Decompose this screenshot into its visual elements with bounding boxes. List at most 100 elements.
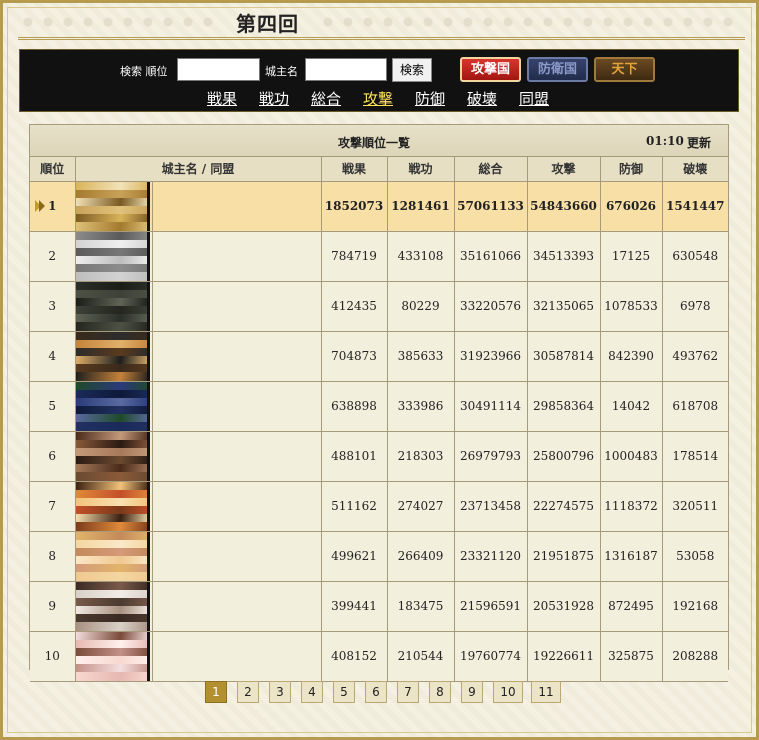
- tenka-button[interactable]: 天下: [594, 57, 655, 82]
- owner-name-cell[interactable]: [152, 331, 322, 382]
- table-row[interactable]: 6 488101 218303 26979793 25800796 1000483 1785…: [30, 431, 728, 482]
- defend-country-button[interactable]: 防衛国: [527, 57, 588, 82]
- table-row[interactable]: 7 511162 274027 23713458 22274575 1118372 3205…: [30, 481, 728, 532]
- owner-name-cell[interactable]: [152, 531, 322, 582]
- avatar[interactable]: [75, 281, 150, 331]
- hakai-cell: 178514: [662, 431, 728, 482]
- rank-search-input[interactable]: [177, 58, 260, 81]
- rank-cell: 9: [30, 581, 76, 632]
- bougyo-cell: 842390: [600, 331, 663, 382]
- rank-number: 5: [48, 399, 57, 413]
- owner-name-cell[interactable]: [152, 581, 322, 632]
- nav-senkou-link[interactable]: 戦功: [259, 88, 289, 109]
- rank-number: 1: [48, 199, 57, 213]
- page-button-6[interactable]: 6: [365, 681, 387, 703]
- col-rank-header: 順位: [30, 157, 76, 182]
- nav-senka-link[interactable]: 戦果: [207, 88, 237, 109]
- owner-search-input[interactable]: [305, 58, 387, 81]
- page-button-10[interactable]: 10: [493, 681, 523, 703]
- kougeki-cell: 21951875: [527, 531, 601, 582]
- senkou-cell: 266409: [387, 531, 455, 582]
- table-row[interactable]: 4 704873 385633 31923966 30587814 842390 49376…: [30, 331, 728, 382]
- avatar[interactable]: [75, 581, 150, 631]
- table-row[interactable]: 8 499621 266409 23321120 21951875 1316187 5305…: [30, 531, 728, 582]
- avatar[interactable]: [75, 531, 150, 581]
- hakai-cell: 320511: [662, 481, 728, 532]
- owner-name-cell[interactable]: [152, 231, 322, 282]
- page-button-5[interactable]: 5: [333, 681, 355, 703]
- page-button-3[interactable]: 3: [269, 681, 291, 703]
- rank-number: 7: [48, 499, 57, 513]
- nav-hakai-link[interactable]: 破壊: [467, 88, 497, 109]
- rank-cell: 5: [30, 381, 76, 432]
- bougyo-cell: 325875: [600, 631, 663, 682]
- avatar-cell: [75, 381, 153, 432]
- rank-cell: 4: [30, 331, 76, 382]
- page-button-1[interactable]: 1: [205, 681, 227, 703]
- senkou-cell: 333986: [387, 381, 455, 432]
- avatar[interactable]: [75, 331, 150, 381]
- col-sougou-header: 総合: [454, 157, 528, 182]
- rank-cell: 8: [30, 531, 76, 582]
- kougeki-cell: 34513393: [527, 231, 601, 282]
- owner-name-cell[interactable]: [152, 481, 322, 532]
- rank-number: 3: [48, 299, 57, 313]
- nav-bougyo-link[interactable]: 防御: [415, 88, 445, 109]
- nav-sougou-link[interactable]: 総合: [311, 88, 341, 109]
- table-row[interactable]: 3 412435 80229 33220576 32135065 1078533 6978: [30, 281, 728, 332]
- rank-cell: 2: [30, 231, 76, 282]
- owner-name-cell[interactable]: [152, 381, 322, 432]
- rank-cell: 1: [30, 181, 76, 232]
- avatar[interactable]: [75, 381, 150, 431]
- page-button-8[interactable]: 8: [429, 681, 451, 703]
- owner-name-cell[interactable]: [152, 281, 322, 332]
- owner-name-cell[interactable]: [152, 181, 322, 232]
- hakai-cell: 208288: [662, 631, 728, 682]
- table-row[interactable]: 10 408152 210544 19760774 19226611 325875 2082…: [30, 631, 728, 682]
- table-row[interactable]: 5 638898 333986 30491114 29858364 14042 618708: [30, 381, 728, 432]
- table-row[interactable]: 2 784719 433108 35161066 34513393 17125 630548: [30, 231, 728, 282]
- table-row[interactable]: 1 1852073 1281461 57061133 54843660 676026 154…: [30, 181, 728, 232]
- decorative-pattern: [318, 12, 738, 32]
- avatar[interactable]: [75, 481, 150, 531]
- senka-cell: 784719: [321, 231, 388, 282]
- rank-number: 2: [48, 249, 57, 263]
- avatar-cell: [75, 431, 153, 482]
- col-name-header: 城主名 / 同盟: [75, 157, 322, 182]
- avatar[interactable]: [75, 231, 150, 281]
- page-button-11[interactable]: 11: [531, 681, 561, 703]
- page-button-9[interactable]: 9: [461, 681, 483, 703]
- table-row[interactable]: 9 399441 183475 21596591 20531928 872495 19216…: [30, 581, 728, 632]
- avatar[interactable]: [75, 631, 150, 681]
- avatar[interactable]: [75, 181, 150, 231]
- hakai-cell: 618708: [662, 381, 728, 432]
- hakai-cell: 192168: [662, 581, 728, 632]
- senkou-cell: 433108: [387, 231, 455, 282]
- update-link[interactable]: 更新: [687, 134, 711, 151]
- avatar[interactable]: [75, 431, 150, 481]
- page-button-7[interactable]: 7: [397, 681, 419, 703]
- bougyo-cell: 1118372: [600, 481, 663, 532]
- sougou-cell: 19760774: [454, 631, 528, 682]
- attack-country-button[interactable]: 攻撃国: [460, 57, 521, 82]
- owner-name-cell[interactable]: [152, 631, 322, 682]
- sougou-cell: 33220576: [454, 281, 528, 332]
- bougyo-cell: 1000483: [600, 431, 663, 482]
- sougou-cell: 35161066: [454, 231, 528, 282]
- bougyo-cell: 14042: [600, 381, 663, 432]
- nav-kougeki-link[interactable]: 攻撃: [363, 88, 393, 109]
- search-bar: 検索 順位 城主名 検索 攻撃国 防衛国 天下 戦果 戦功 総合 攻撃 防御 破…: [19, 49, 739, 112]
- senkou-cell: 385633: [387, 331, 455, 382]
- nav-doumei-link[interactable]: 同盟: [519, 88, 549, 109]
- col-senka-header: 戦果: [321, 157, 388, 182]
- search-button[interactable]: 検索: [392, 58, 432, 82]
- ranking-time: 01:10: [646, 134, 684, 148]
- rank-cell: 3: [30, 281, 76, 332]
- rank-search-label: 検索 順位: [120, 65, 168, 78]
- page-button-2[interactable]: 2: [237, 681, 259, 703]
- senkou-cell: 274027: [387, 481, 455, 532]
- page-button-4[interactable]: 4: [301, 681, 323, 703]
- kougeki-cell: 19226611: [527, 631, 601, 682]
- avatar-cell: [75, 531, 153, 582]
- owner-name-cell[interactable]: [152, 431, 322, 482]
